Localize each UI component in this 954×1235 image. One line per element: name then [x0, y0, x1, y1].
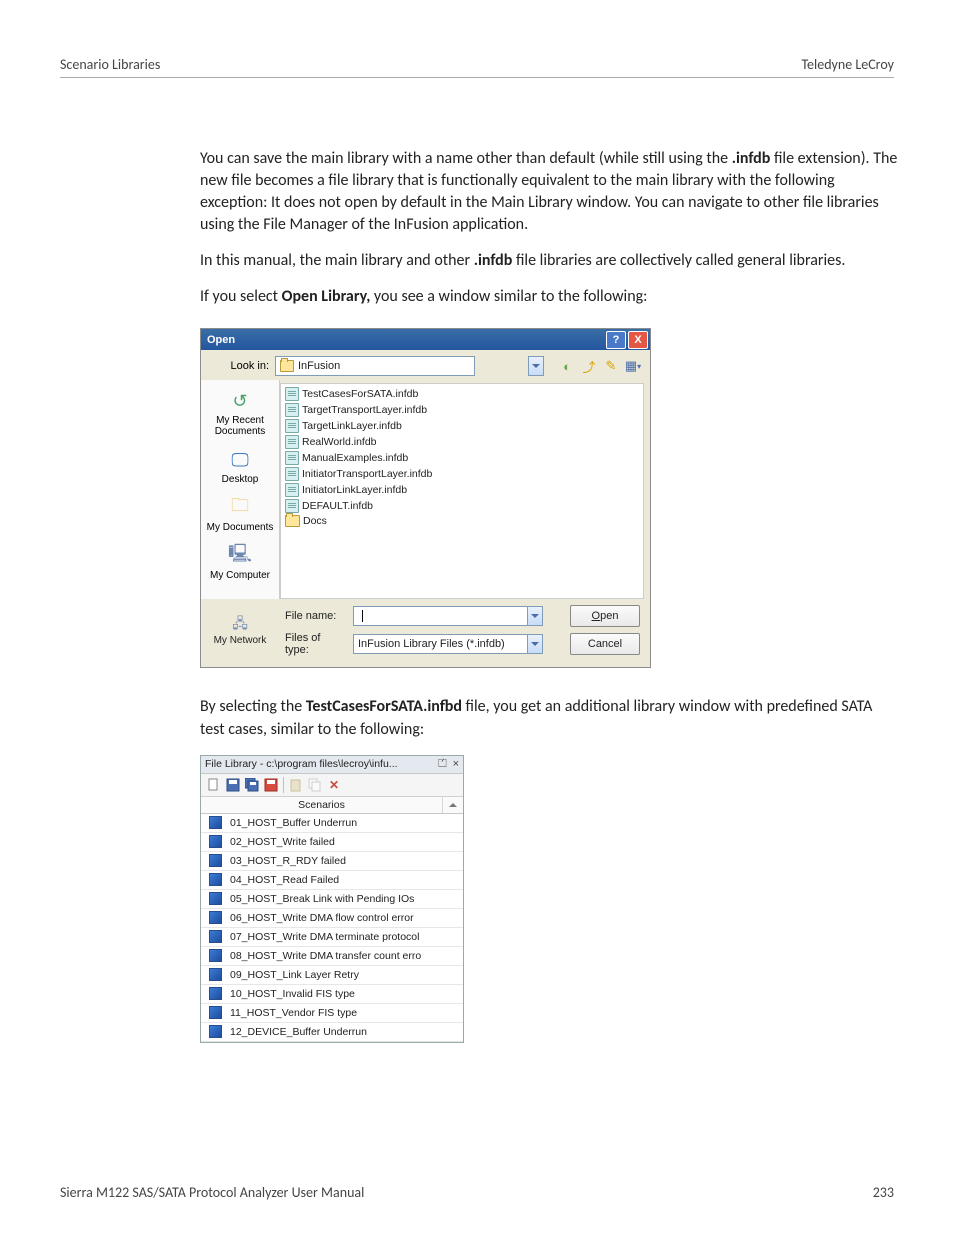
scenario-item[interactable]: 11_HOST_Vendor FIS type [201, 1004, 463, 1023]
close-button[interactable]: X [628, 331, 648, 349]
scenario-icon [209, 1006, 222, 1019]
paragraph-1: You can save the main library with a nam… [200, 148, 900, 236]
file-icon [285, 499, 299, 513]
filename-input[interactable] [353, 606, 564, 626]
scenario-icon [209, 987, 222, 1000]
scenario-item[interactable]: 12_DEVICE_Buffer Underrun [201, 1023, 463, 1042]
place-desktop[interactable]: 🖵Desktop [201, 445, 279, 487]
place-recent[interactable]: ↺My Recent Documents [201, 386, 279, 439]
lookin-label: Look in: [209, 360, 269, 372]
filename-label: File name: [285, 610, 347, 622]
header-left: Scenario Libraries [60, 56, 160, 73]
paragraph-4: By selecting the TestCasesForSATA.infbd … [200, 696, 900, 740]
dropdown-arrow-icon[interactable] [527, 606, 543, 626]
delete-icon[interactable]: ✕ [326, 777, 342, 793]
scenarios-column-header[interactable]: Scenarios [201, 797, 443, 813]
filelib-toolbar: ✕ [201, 774, 463, 797]
scenario-item[interactable]: 01_HOST_Buffer Underrun [201, 814, 463, 833]
scenario-icon [209, 892, 222, 905]
scenario-item[interactable]: 02_HOST_Write failed [201, 833, 463, 852]
save-all-icon[interactable] [244, 777, 260, 793]
folder-icon [285, 515, 300, 527]
filelib-title: File Library - c:\program files\lecroy\i… [205, 758, 398, 770]
scenario-item[interactable]: 08_HOST_Write DMA transfer count erro [201, 947, 463, 966]
scenario-icon [209, 835, 222, 848]
scenario-icon [209, 930, 222, 943]
place-mycomp[interactable]: 🖳My Computer [201, 541, 279, 583]
scenario-item[interactable]: 04_HOST_Read Failed [201, 871, 463, 890]
filelib-titlebar: File Library - c:\program files\lecroy\i… [201, 756, 463, 774]
sort-up-icon[interactable] [443, 797, 463, 813]
file-item[interactable]: ManualExamples.infdb [285, 450, 639, 466]
footer-page-number: 233 [873, 1184, 894, 1201]
footer-left: Sierra M122 SAS/SATA Protocol Analyzer U… [60, 1184, 364, 1201]
save-icon[interactable] [225, 777, 241, 793]
folder-icon [280, 360, 294, 372]
back-icon[interactable]: ◐ [558, 357, 576, 375]
filetype-combo[interactable]: InFusion Library Files (*.infdb) [353, 634, 564, 654]
places-bar: ↺My Recent Documents 🖵Desktop 🗀My Docume… [201, 380, 280, 599]
paragraph-2: In this manual, the main library and oth… [200, 250, 900, 272]
new-folder-icon[interactable]: ✎ [602, 357, 620, 375]
scenario-item[interactable]: 09_HOST_Link Layer Retry [201, 966, 463, 985]
paste-icon[interactable] [288, 777, 304, 793]
file-item[interactable]: TestCasesForSATA.infdb [285, 386, 639, 402]
help-button[interactable]: ? [606, 331, 626, 349]
scenario-item[interactable]: 05_HOST_Break Link with Pending IOs [201, 890, 463, 909]
open-dialog: Open ? X Look in: InFusion ◐ ⤴ ✎ ▦▾ ↺My … [200, 328, 651, 668]
copy-icon[interactable] [307, 777, 323, 793]
file-item[interactable]: InitiatorLinkLayer.infdb [285, 482, 639, 498]
file-item[interactable]: TargetLinkLayer.infdb [285, 418, 639, 434]
file-item[interactable]: InitiatorTransportLayer.infdb [285, 466, 639, 482]
scenario-icon [209, 949, 222, 962]
file-item[interactable]: RealWorld.infdb [285, 434, 639, 450]
file-icon [285, 451, 299, 465]
page-header: Scenario Libraries Teledyne LeCroy [60, 56, 894, 78]
scenario-item[interactable]: 06_HOST_Write DMA flow control error [201, 909, 463, 928]
pin-icon[interactable]: ⏍ [438, 758, 446, 771]
file-item[interactable]: TargetTransportLayer.infdb [285, 402, 639, 418]
folder-item[interactable]: Docs [285, 514, 639, 528]
scenario-item[interactable]: 07_HOST_Write DMA terminate protocol [201, 928, 463, 947]
place-mynet[interactable]: 🖧My Network [201, 615, 279, 646]
file-list[interactable]: TestCasesForSATA.infdbTargetTransportLay… [280, 383, 644, 599]
scenario-icon [209, 1025, 222, 1038]
place-mydocs[interactable]: 🗀My Documents [201, 493, 279, 535]
file-icon [285, 435, 299, 449]
file-item[interactable]: DEFAULT.infdb [285, 498, 639, 514]
file-icon [285, 467, 299, 481]
scenario-item[interactable]: 03_HOST_R_RDY failed [201, 852, 463, 871]
dropdown-arrow-icon[interactable] [527, 634, 543, 654]
dialog-titlebar: Open ? X [201, 329, 650, 350]
new-icon[interactable] [206, 777, 222, 793]
file-icon [285, 419, 299, 433]
file-icon [285, 403, 299, 417]
scenario-icon [209, 816, 222, 829]
dialog-title: Open [207, 334, 235, 346]
paragraph-3: If you select Open Library, you see a wi… [200, 286, 900, 308]
lookin-combo[interactable]: InFusion [275, 356, 544, 376]
scenario-icon [209, 968, 222, 981]
scenario-list: 01_HOST_Buffer Underrun02_HOST_Write fai… [201, 814, 463, 1042]
scenario-icon [209, 873, 222, 886]
close-icon[interactable]: × [453, 758, 459, 771]
page-footer: Sierra M122 SAS/SATA Protocol Analyzer U… [60, 1184, 894, 1201]
open-button[interactable]: Open [570, 605, 640, 627]
up-folder-icon[interactable]: ⤴ [580, 357, 598, 375]
view-menu-icon[interactable]: ▦▾ [624, 357, 642, 375]
file-icon [285, 483, 299, 497]
file-icon [285, 387, 299, 401]
scenario-icon [209, 911, 222, 924]
save-as-icon[interactable] [263, 777, 279, 793]
dropdown-arrow-icon[interactable] [528, 356, 544, 376]
scenario-item[interactable]: 10_HOST_Invalid FIS type [201, 985, 463, 1004]
cancel-button[interactable]: Cancel [570, 633, 640, 655]
header-right: Teledyne LeCroy [801, 56, 894, 73]
file-library-panel: File Library - c:\program files\lecroy\i… [200, 755, 464, 1043]
filetype-label: Files of type: [285, 632, 347, 656]
scenario-icon [209, 854, 222, 867]
